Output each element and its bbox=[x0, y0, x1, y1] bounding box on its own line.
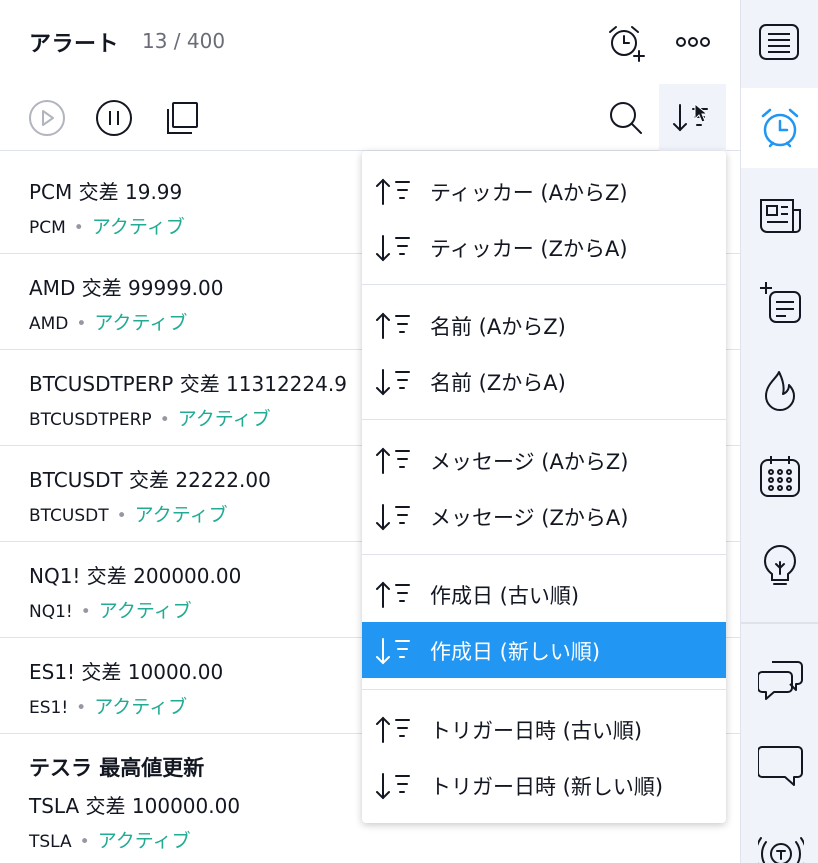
sort-option-label: メッセージ (AからZ) bbox=[430, 450, 629, 474]
alert-ticker: ES1! bbox=[29, 698, 69, 718]
sidebar-item-data-window[interactable] bbox=[741, 262, 818, 342]
alerts-toolbar bbox=[0, 84, 740, 151]
alert-name: AMD 交差 99999.00 bbox=[29, 276, 224, 300]
sort-descending-icon bbox=[374, 503, 410, 531]
sort-ascending-icon bbox=[374, 716, 410, 744]
menu-divider bbox=[362, 689, 726, 690]
sidebar-item-hotlists[interactable] bbox=[741, 350, 818, 430]
alert-name: BTCUSDTPERP 交差 11312224.9 bbox=[29, 372, 347, 396]
sort-option-message-desc[interactable]: メッセージ (ZからA) bbox=[362, 488, 726, 544]
alert-meta: TSLA • アクティブ bbox=[29, 826, 191, 853]
sort-option-name-desc[interactable]: 名前 (ZからA) bbox=[362, 353, 726, 409]
status-badge: アクティブ bbox=[94, 312, 188, 334]
sort-ascending-icon bbox=[374, 312, 410, 340]
alert-ticker: TSLA bbox=[29, 832, 72, 852]
sort-option-label: 作成日 (古い順) bbox=[430, 584, 580, 608]
sort-ascending-icon bbox=[374, 581, 410, 609]
more-icon[interactable] bbox=[674, 34, 714, 54]
alert-meta: BTCUSDT • アクティブ bbox=[29, 500, 228, 527]
status-badge: アクティブ bbox=[177, 408, 271, 430]
sidebar-item-news[interactable] bbox=[741, 176, 818, 256]
alert-heading: テスラ 最高値更新 bbox=[29, 756, 205, 780]
alert-meta: ES1! • アクティブ bbox=[29, 692, 187, 719]
alert-meta: BTCUSDTPERP • アクティブ bbox=[29, 404, 271, 431]
menu-divider bbox=[362, 419, 726, 420]
separator-dot: • bbox=[116, 506, 127, 526]
status-badge: アクティブ bbox=[98, 600, 192, 622]
status-badge: アクティブ bbox=[134, 504, 228, 526]
menu-divider bbox=[362, 284, 726, 285]
sort-option-label: 名前 (ZからA) bbox=[430, 371, 566, 395]
sidebar-item-alerts[interactable] bbox=[741, 88, 818, 168]
alert-ticker: BTCUSDT bbox=[29, 506, 109, 526]
sort-button[interactable] bbox=[659, 84, 726, 151]
separator-dot: • bbox=[76, 698, 87, 718]
right-sidebar bbox=[740, 0, 818, 863]
sort-option-ticker-asc[interactable]: ティッカー (AからZ) bbox=[362, 163, 726, 219]
status-badge: アクティブ bbox=[91, 216, 185, 238]
alerts-header: アラート 13 / 400 bbox=[0, 0, 740, 84]
sidebar-item-ideas[interactable] bbox=[741, 526, 818, 606]
sort-descending-icon bbox=[374, 772, 410, 800]
alert-ticker: AMD bbox=[29, 314, 69, 334]
sort-option-created-asc[interactable]: 作成日 (古い順) bbox=[362, 566, 726, 622]
copy-icon[interactable] bbox=[164, 100, 200, 140]
page-title: アラート bbox=[29, 32, 120, 57]
alert-name: ES1! 交差 10000.00 bbox=[29, 660, 224, 684]
search-icon[interactable] bbox=[608, 100, 644, 140]
sort-option-message-asc[interactable]: メッセージ (AからZ) bbox=[362, 432, 726, 488]
sort-option-label: トリガー日時 (古い順) bbox=[430, 719, 643, 743]
add-alert-icon[interactable] bbox=[606, 24, 646, 66]
alert-meta: PCM • アクティブ bbox=[29, 212, 185, 239]
pause-icon[interactable] bbox=[95, 99, 133, 141]
separator-dot: • bbox=[76, 314, 87, 334]
status-badge: アクティブ bbox=[94, 696, 188, 718]
sidebar-item-stream[interactable] bbox=[741, 812, 818, 863]
sort-option-label: 作成日 (新しい順) bbox=[430, 640, 601, 664]
sort-descending-icon bbox=[374, 368, 410, 396]
sort-option-label: ティッカー (AからZ) bbox=[430, 181, 628, 205]
sort-option-name-asc[interactable]: 名前 (AからZ) bbox=[362, 297, 726, 353]
play-icon[interactable] bbox=[28, 99, 66, 141]
alert-name: TSLA 交差 100000.00 bbox=[29, 794, 241, 818]
sidebar-item-watchlist[interactable] bbox=[741, 4, 818, 84]
sort-descending-icon bbox=[374, 637, 410, 665]
sort-option-created-desc[interactable]: 作成日 (新しい順) bbox=[362, 622, 726, 678]
sidebar-item-chats[interactable] bbox=[741, 638, 818, 718]
separator-dot: • bbox=[159, 410, 170, 430]
status-badge: アクティブ bbox=[97, 830, 191, 852]
menu-divider bbox=[362, 554, 726, 555]
sort-option-label: メッセージ (ZからA) bbox=[430, 506, 629, 530]
separator-dot: • bbox=[80, 602, 91, 622]
separator-dot: • bbox=[73, 218, 84, 238]
sidebar-item-private-chats[interactable] bbox=[741, 726, 818, 806]
sort-option-triggered-asc[interactable]: トリガー日時 (古い順) bbox=[362, 701, 726, 757]
alert-meta: AMD • アクティブ bbox=[29, 308, 187, 335]
sort-ascending-icon bbox=[374, 447, 410, 475]
sort-option-label: ティッカー (ZからA) bbox=[430, 237, 628, 261]
alert-name: BTCUSDT 交差 22222.00 bbox=[29, 468, 271, 492]
sort-menu: ティッカー (AからZ) ティッカー (ZからA) 名前 (AからZ) 名前 (… bbox=[362, 151, 726, 823]
alert-name: NQ1! 交差 200000.00 bbox=[29, 564, 242, 588]
alert-name: PCM 交差 19.99 bbox=[29, 180, 183, 204]
sort-descending-icon bbox=[374, 234, 410, 262]
sidebar-divider bbox=[741, 622, 818, 624]
alert-ticker: BTCUSDTPERP bbox=[29, 410, 152, 430]
sort-option-triggered-desc[interactable]: トリガー日時 (新しい順) bbox=[362, 757, 726, 813]
alert-ticker: NQ1! bbox=[29, 602, 73, 622]
sort-option-label: 名前 (AからZ) bbox=[430, 315, 566, 339]
sidebar-item-calendar[interactable] bbox=[741, 436, 818, 516]
sort-option-ticker-desc[interactable]: ティッカー (ZからA) bbox=[362, 219, 726, 275]
mouse-cursor-icon bbox=[694, 103, 708, 123]
alert-ticker: PCM bbox=[29, 218, 66, 238]
alert-count: 13 / 400 bbox=[142, 29, 226, 53]
separator-dot: • bbox=[79, 832, 90, 852]
sort-ascending-icon bbox=[374, 178, 410, 206]
sort-option-label: トリガー日時 (新しい順) bbox=[430, 775, 664, 799]
alert-meta: NQ1! • アクティブ bbox=[29, 596, 192, 623]
